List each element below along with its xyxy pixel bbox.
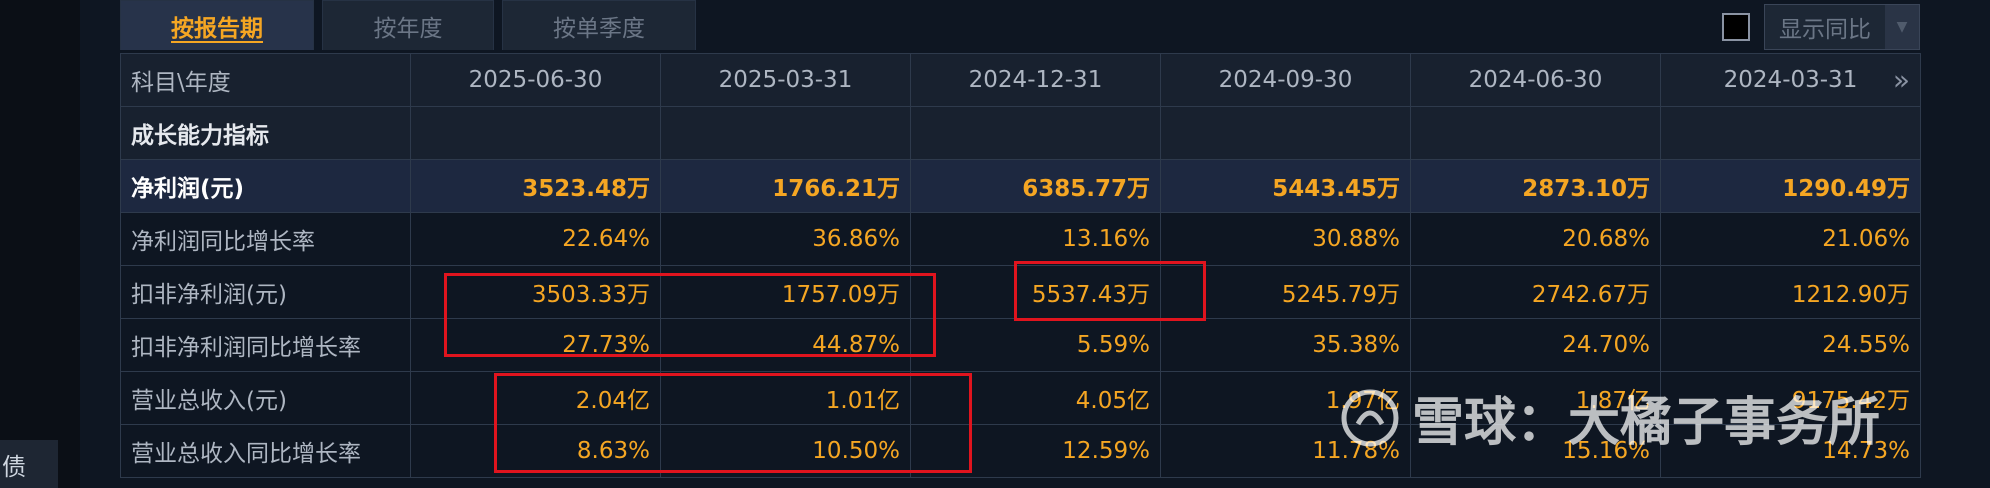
yoy-select[interactable]: 显示同比 ▼ (1764, 4, 1920, 50)
table-cell: 24.70% (1410, 318, 1661, 372)
table-cell (1660, 106, 1921, 160)
table-cell: 22.64% (410, 212, 661, 266)
table-cell: 2742.67万 (1410, 265, 1661, 319)
table-cell: 1290.49万 (1660, 159, 1921, 213)
table-row: 净利润(元) 3523.48万 1766.21万 6385.77万 5443.4… (120, 159, 1921, 213)
xueqiu-logo-icon (1341, 389, 1399, 446)
table-cell (1410, 106, 1661, 160)
header-date: 2024-06-30 (1410, 53, 1661, 107)
table-cell: 21.06% (1660, 212, 1921, 266)
table-row: 净利润同比增长率 22.64% 36.86% 13.16% 30.88% 20.… (120, 212, 1921, 266)
table-cell: 1766.21万 (660, 159, 911, 213)
highlight-box-deducted-profit-h1 (444, 273, 936, 357)
header-date: 2025-06-30 (410, 53, 661, 107)
table-row: 成长能力指标 (120, 106, 1921, 160)
table-cell: 3523.48万 (410, 159, 661, 213)
table-cell: 6385.77万 (910, 159, 1161, 213)
yoy-control: 显示同比 ▼ (1722, 4, 1920, 50)
table-row: 扣非净利润同比增长率 27.73% 44.87% 5.59% 35.38% 24… (120, 318, 1921, 372)
row-label: 营业总收入同比增长率 (120, 424, 411, 478)
header-date: 2024-12-31 (910, 53, 1161, 107)
row-label: 成长能力指标 (120, 106, 411, 160)
table-cell: 24.55% (1660, 318, 1921, 372)
header-date: 2024-03-31 (1723, 67, 1858, 93)
highlight-box-revenue (494, 373, 972, 473)
table-cell: 35.38% (1160, 318, 1411, 372)
table-cell: 5.59% (910, 318, 1161, 372)
table-cell (660, 106, 911, 160)
table-cell: 5443.45万 (1160, 159, 1411, 213)
table-cell: 20.68% (1410, 212, 1661, 266)
table-cell: 13.16% (910, 212, 1161, 266)
highlight-box-deducted-profit-fy (1014, 261, 1206, 321)
double-chevron-right-icon[interactable]: » (1893, 64, 1910, 97)
table-cell (1160, 106, 1411, 160)
header-date: 2025-03-31 (660, 53, 911, 107)
watermark: 雪球：大橘子事务所 (1340, 380, 1880, 455)
table-cell (410, 106, 661, 160)
tab-report-period[interactable]: 按报告期 (120, 0, 314, 50)
header-subject-year: 科目\年度 (120, 53, 411, 107)
left-sidebar: 债 (0, 0, 80, 488)
table-header-row: 科目\年度 2025-06-30 2025-03-31 2024-12-31 2… (120, 53, 1921, 107)
yoy-checkbox[interactable] (1722, 13, 1750, 41)
period-tabs: 按报告期 按年度 按单季度 (120, 0, 696, 52)
table-cell (910, 106, 1161, 160)
table-cell: 2873.10万 (1410, 159, 1661, 213)
chevron-down-icon[interactable]: ▼ (1885, 5, 1919, 49)
table-cell: 36.86% (660, 212, 911, 266)
tab-annual[interactable]: 按年度 (322, 0, 494, 50)
table-cell: 1212.90万 (1660, 265, 1921, 319)
header-date-last: 2024-03-31 » (1660, 53, 1921, 107)
watermark-text: 雪球：大橘子事务所 (1412, 393, 1881, 453)
table-cell: 30.88% (1160, 212, 1411, 266)
tab-single-quarter[interactable]: 按单季度 (502, 0, 696, 50)
side-tab[interactable]: 债 (0, 440, 58, 488)
header-date: 2024-09-30 (1160, 53, 1411, 107)
row-label: 扣非净利润同比增长率 (120, 318, 411, 372)
row-label: 扣非净利润(元) (120, 265, 411, 319)
yoy-label: 显示同比 (1779, 17, 1871, 43)
row-label: 营业总收入(元) (120, 371, 411, 425)
row-label: 净利润(元) (120, 159, 411, 213)
row-label: 净利润同比增长率 (120, 212, 411, 266)
